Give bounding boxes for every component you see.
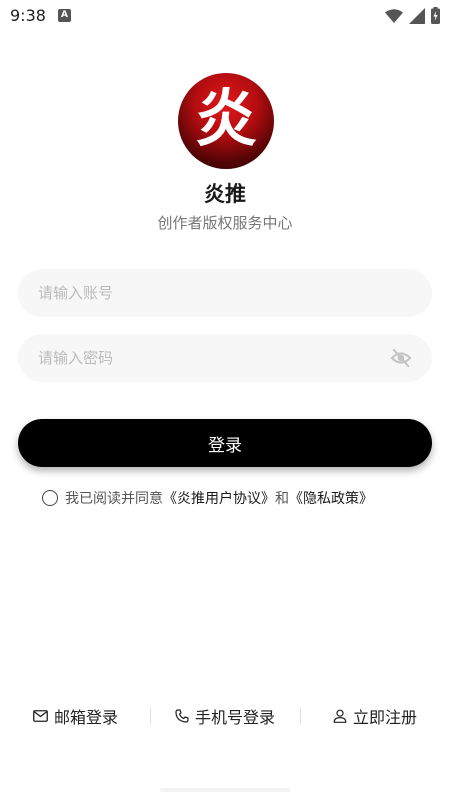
phone-login-button[interactable]: 手机号登录	[175, 704, 275, 728]
agreement-conjunction: 和	[275, 491, 289, 507]
home-indicator	[160, 788, 290, 792]
eye-off-icon[interactable]	[390, 348, 412, 368]
privacy-policy-link[interactable]: 《隐私政策》	[289, 488, 373, 508]
signal-icon	[409, 7, 425, 24]
status-bar: 9:38 A	[0, 0, 450, 34]
agreement-checkbox[interactable]	[42, 490, 58, 506]
user-agreement-link[interactable]: 《炎推用户协议》	[163, 488, 275, 508]
email-login-button[interactable]: 邮箱登录	[33, 704, 118, 728]
user-icon	[333, 709, 347, 723]
status-icons	[385, 7, 440, 24]
agreement-prefix: 我已阅读并同意	[65, 491, 163, 507]
register-label: 立即注册	[353, 708, 418, 727]
agreement-row: 我已阅读并同意 《炎推用户协议》 和 《隐私政策》	[42, 488, 373, 508]
account-input[interactable]	[18, 269, 432, 317]
app-logo: 炎	[178, 73, 274, 169]
password-field-container	[18, 334, 432, 382]
battery-icon	[431, 7, 440, 24]
app-subtitle: 创作者版权服务中心	[157, 214, 293, 232]
register-button[interactable]: 立即注册	[333, 704, 417, 728]
login-button[interactable]: 登录	[18, 419, 432, 467]
mail-icon	[33, 710, 48, 722]
password-input[interactable]	[18, 334, 432, 382]
account-field-container	[18, 269, 432, 317]
phone-icon	[175, 709, 189, 723]
notification-a-icon: A	[58, 9, 71, 22]
bottom-login-options: 邮箱登录 手机号登录 立即注册	[0, 704, 450, 730]
status-time: 9:38	[10, 6, 46, 25]
wifi-icon	[385, 8, 403, 23]
phone-login-label: 手机号登录	[195, 708, 276, 727]
app-name: 炎推	[204, 182, 246, 206]
email-login-label: 邮箱登录	[54, 708, 119, 727]
bottom-divider	[150, 707, 151, 725]
logo-character: 炎	[194, 82, 257, 155]
bottom-divider	[300, 707, 301, 725]
